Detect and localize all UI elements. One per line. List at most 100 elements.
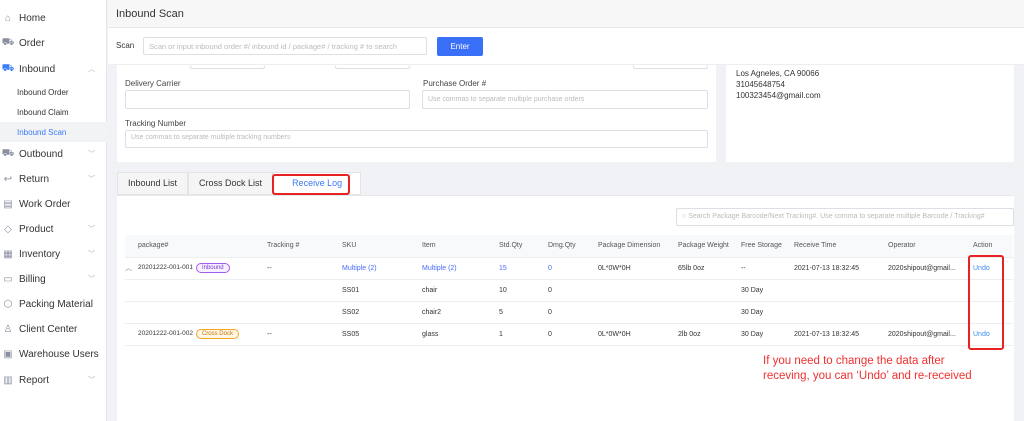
partial-input[interactable] <box>190 65 265 69</box>
item-link[interactable]: Multiple (2) <box>422 257 499 280</box>
sidebar-item-label: Outbound <box>19 148 63 160</box>
scan-label: Scan <box>116 41 135 50</box>
table-row: ︿ 20201222-001-001 Inbound -- Multiple (2… <box>125 257 1013 280</box>
sidebar-item-label: Report <box>19 374 50 386</box>
col-sku: SKU <box>342 235 422 258</box>
address-line: Los Agneles, CA 90066 <box>736 69 820 78</box>
tab-cross-dock-list[interactable]: Cross Dock List <box>188 172 274 195</box>
chevron-down-icon: ﹀ <box>88 276 95 283</box>
annotation-line: If you need to change the data after <box>763 355 945 367</box>
sidebar-item-label: Return <box>19 173 50 185</box>
sidebar-item-inbound-scan[interactable]: Inbound Scan <box>0 122 107 142</box>
sidebar-item-report[interactable]: ▥ Report ﹀ <box>0 370 107 390</box>
item-cell: chair <box>422 279 499 302</box>
search-package-input[interactable]: ○ Search Package Barcode/Next Tracking#.… <box>676 208 1014 226</box>
enter-button[interactable]: Enter <box>437 37 483 56</box>
col-free-storage: Free Storage <box>741 235 794 258</box>
weight-cell: 65lb 0oz <box>678 257 741 280</box>
col-item: Item <box>422 235 499 258</box>
scan-input[interactable]: Scan or input inbound order #/ inbound i… <box>143 37 427 55</box>
collapse-icon[interactable]: ︿ <box>125 257 138 280</box>
dimension-cell: 0L*0W*0H <box>598 257 678 280</box>
sidebar-item-client-center[interactable]: ♙ Client Center <box>0 319 107 339</box>
std-qty-cell: 1 <box>499 323 548 346</box>
sku-link[interactable]: Multiple (2) <box>342 257 422 280</box>
sidebar-item-inventory[interactable]: ▦ Inventory ﹀ <box>0 244 107 264</box>
tag-icon: ◇ <box>4 223 12 235</box>
tracking-number-textarea[interactable]: Use commas to separate multiple tracking… <box>125 130 708 148</box>
chevron-down-icon: ﹀ <box>88 226 95 233</box>
sidebar-item-label: Inbound Order <box>17 87 69 97</box>
sidebar-item-label: Packing Material <box>19 298 93 310</box>
status-badge: Inbound <box>195 263 230 273</box>
sidebar-item-order[interactable]: ⛟ Order <box>0 33 107 53</box>
col-std-qty: Std.Qty <box>499 235 548 258</box>
sidebar-item-inbound-claim[interactable]: Inbound Claim <box>0 102 107 122</box>
col-dmg-qty: Dmg.Qty <box>548 235 598 258</box>
annotation-line: receving, you can ‘Undo’ and re-received <box>763 370 972 382</box>
annotation-note: If you need to change the data after rec… <box>763 354 972 384</box>
search-placeholder: Search Package Barcode/Next Tracking#. U… <box>688 213 985 220</box>
col-dimension: Package Dimension <box>598 235 678 258</box>
scan-bar: Scan Scan or input inbound order #/ inbo… <box>108 28 1024 65</box>
truck-icon: ⛟ <box>1 147 15 159</box>
free-storage-cell: -- <box>741 257 794 280</box>
dmg-qty-link[interactable]: 0 <box>548 257 598 280</box>
dmg-qty-cell: 0 <box>548 279 598 302</box>
chevron-up-icon: ︿ <box>88 66 95 73</box>
chevron-down-icon: ﹀ <box>88 176 95 183</box>
table-header: package# Tracking # SKU Item Std.Qty Dmg… <box>125 235 1013 258</box>
receive-log-table: package# Tracking # SKU Item Std.Qty Dmg… <box>125 235 1013 346</box>
home-icon: ⌂ <box>4 12 12 24</box>
report-icon: ▥ <box>3 374 13 386</box>
tracking-number-label: Tracking Number <box>125 119 187 128</box>
sidebar-item-label: Inbound Scan <box>17 127 67 137</box>
sidebar-item-label: Inbound <box>19 63 56 75</box>
purchase-order-input[interactable]: Use commas to separate multiple purchase… <box>422 90 708 109</box>
sidebar-item-product[interactable]: ◇ Product ﹀ <box>0 219 107 239</box>
dmg-qty-cell: 0 <box>548 301 598 324</box>
partial-input[interactable] <box>633 65 708 69</box>
free-storage-cell: 30 Day <box>741 323 794 346</box>
annotation-highlight-undo <box>968 255 1004 350</box>
sku-cell: SS05 <box>342 323 422 346</box>
partial-input[interactable] <box>335 65 410 69</box>
col-package: package# <box>138 235 267 258</box>
operator-cell: 2020shipout@gmail... <box>888 257 973 280</box>
sidebar-item-warehouse-users[interactable]: ▣ Warehouse Users <box>0 344 107 364</box>
sidebar-item-home[interactable]: ⌂ Home <box>0 8 107 28</box>
sidebar-item-inbound-order[interactable]: Inbound Order <box>0 82 107 102</box>
annotation-highlight-tab <box>272 174 350 195</box>
sku-cell: SS02 <box>342 301 422 324</box>
sidebar-item-return[interactable]: ↩ Return ﹀ <box>0 169 107 189</box>
sidebar-item-label: Inventory <box>19 248 61 260</box>
item-cell: chair2 <box>422 301 499 324</box>
box-icon: ⬡ <box>3 298 13 310</box>
sidebar-item-billing[interactable]: ▭ Billing ﹀ <box>0 269 107 289</box>
col-operator: Operator <box>888 235 973 258</box>
chevron-down-icon: ﹀ <box>88 251 95 258</box>
clipboard-icon: ▤ <box>3 198 13 210</box>
table-row: 20201222-001-002 Cross Dock -- SS05 glass… <box>125 323 1013 346</box>
std-qty-link[interactable]: 15 <box>499 257 548 280</box>
dimension-cell: 0L*0W*0H <box>598 323 678 346</box>
tab-inbound-list[interactable]: Inbound List <box>117 172 189 195</box>
weight-cell: 2lb 0oz <box>678 323 741 346</box>
table-subrow: SS01 chair 10 0 30 Day <box>125 279 1013 302</box>
sidebar-item-outbound[interactable]: ⛟ Outbound ﹀ <box>0 144 107 164</box>
tracking-cell: -- <box>267 323 342 346</box>
tracking-cell: -- <box>267 257 342 280</box>
truck-icon: ⛟ <box>1 62 15 74</box>
sidebar-item-work-order[interactable]: ▤ Work Order <box>0 194 107 214</box>
col-weight: Package Weight <box>678 235 741 258</box>
package-number: 20201222-001-001 <box>138 264 193 271</box>
return-icon: ↩ <box>3 173 13 185</box>
sidebar-item-label: Billing <box>19 273 46 285</box>
receive-time-cell: 2021-07-13 18:32:45 <box>794 257 888 280</box>
sidebar-item-packing-material[interactable]: ⬡ Packing Material <box>0 294 107 314</box>
std-qty-cell: 10 <box>499 279 548 302</box>
address-phone: 31045648754 <box>736 80 785 89</box>
sidebar-item-inbound[interactable]: ⛟ Inbound ︿ <box>0 59 107 79</box>
delivery-carrier-input[interactable] <box>125 90 410 109</box>
status-badge: Cross Dock <box>195 329 239 339</box>
